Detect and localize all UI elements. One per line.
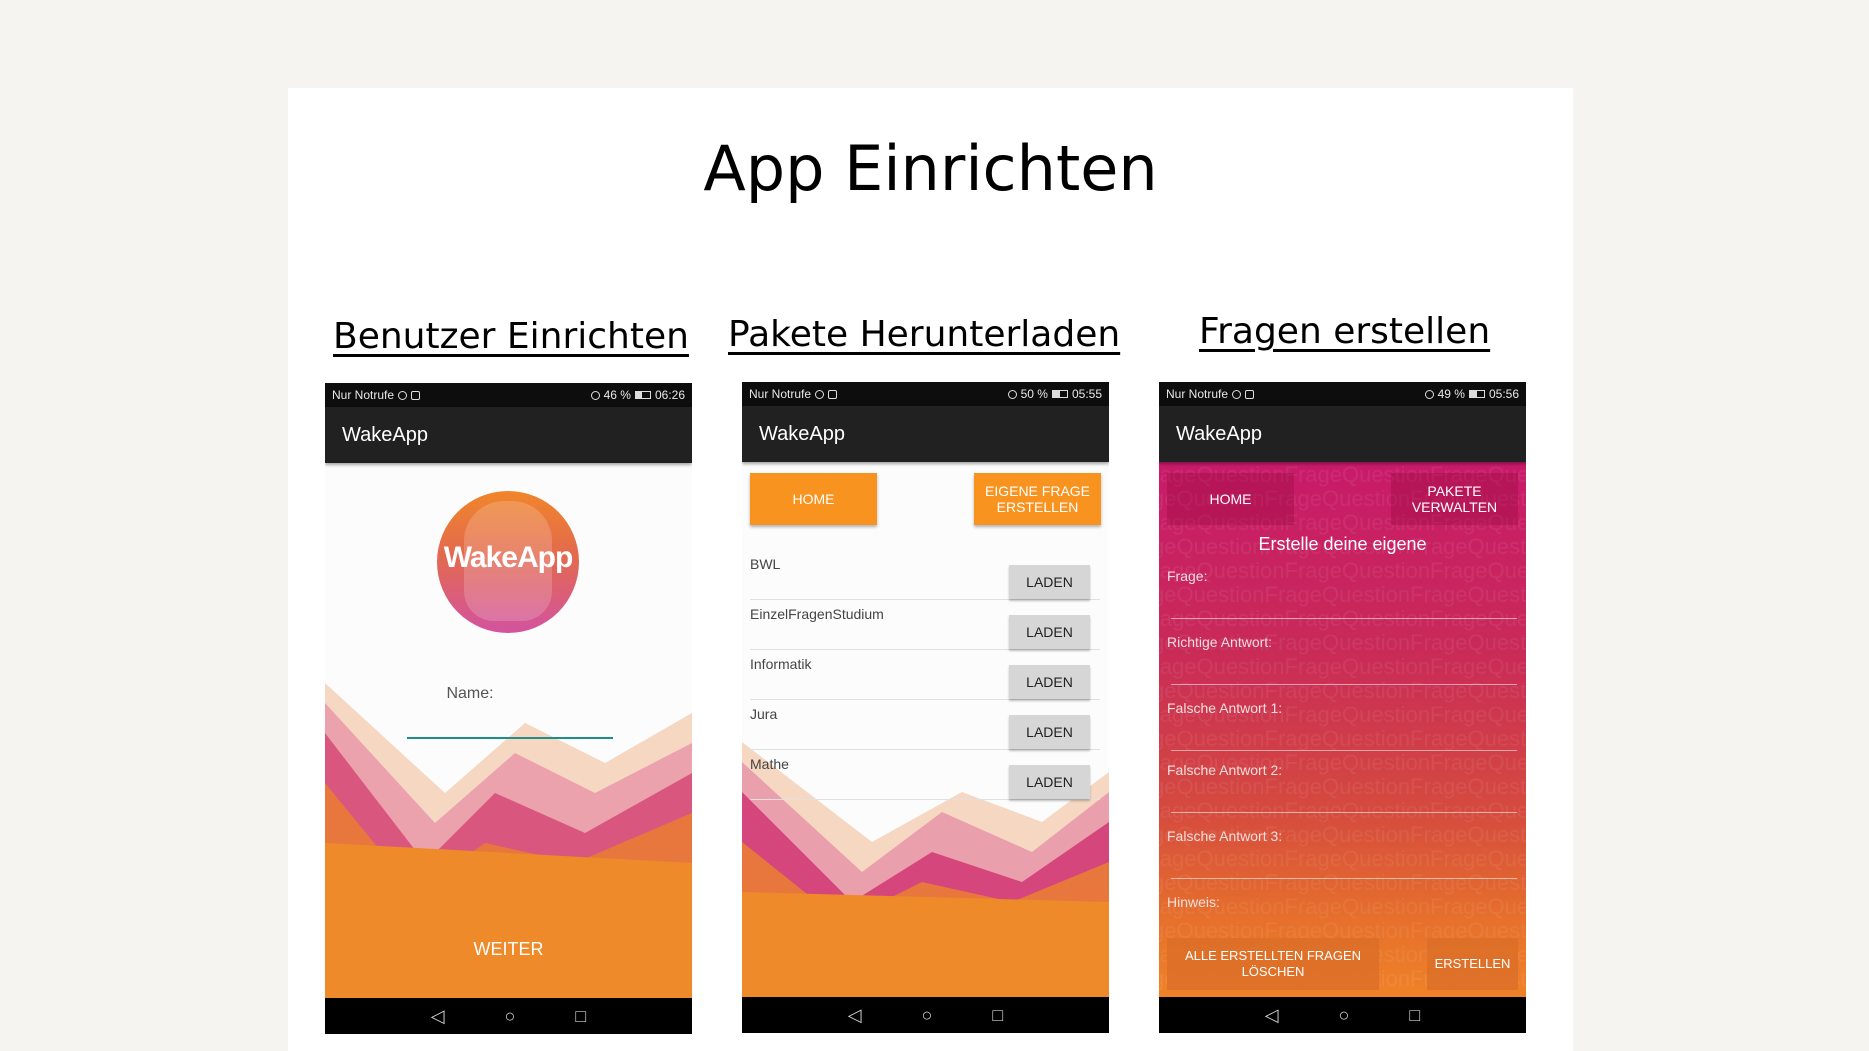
wifi-icon xyxy=(590,390,600,400)
subtitle: Erstelle deine eigene xyxy=(1258,534,1427,554)
status-time: 06:26 xyxy=(654,388,685,402)
field-falsche-antwort-3: Falsche Antwort 3: xyxy=(1167,828,1517,879)
status-carrier: Nur Notrufe xyxy=(1166,387,1229,401)
column-title-pakete: Pakete Herunterladen xyxy=(728,314,1121,355)
slide-title: App Einrichten xyxy=(703,132,1158,205)
field-falsche-antwort-1: Falsche Antwort 1: xyxy=(1167,700,1517,751)
battery-percent: 46 % xyxy=(603,388,631,402)
app-bar-title: WakeApp xyxy=(325,407,692,463)
field-label: Hinweis: xyxy=(1167,894,1220,910)
watermark-text: FrageQuestionFrageQuestionFrageQuestionF… xyxy=(1159,654,1526,679)
watermark-text: FrageQuestionFrageQuestionFrageQuestionF… xyxy=(1159,606,1526,631)
watermark-text: FrageQuestionFrageQuestionFrageQuestionF… xyxy=(1159,726,1526,751)
notification-icon xyxy=(1245,389,1255,399)
status-bar: Nur Notrufe 46 % 06:26 xyxy=(325,383,692,407)
home-circle-icon[interactable]: ○ xyxy=(1339,1005,1350,1026)
weiter-button[interactable]: WEITER xyxy=(325,939,692,960)
laden-button[interactable]: LADEN xyxy=(1009,565,1090,599)
name-input[interactable] xyxy=(407,721,613,739)
home-button[interactable]: HOME xyxy=(750,473,877,525)
phone-pakete-herunterladen: Nur Notrufe 50 % 05:55 WakeApp HOME EIGE… xyxy=(742,382,1109,1033)
field-label: Falsche Antwort 1: xyxy=(1167,700,1283,716)
package-name: EinzelFragenStudium xyxy=(750,606,884,622)
laden-button[interactable]: LADEN xyxy=(1009,615,1090,649)
nav-bar: ◁ ○ □ xyxy=(325,998,692,1034)
frage-input[interactable] xyxy=(1171,618,1517,619)
column-title-fragen: Fragen erstellen xyxy=(1199,311,1491,352)
back-icon[interactable]: ◁ xyxy=(848,1005,862,1026)
field-label: Falsche Antwort 2: xyxy=(1167,762,1283,778)
watermark-text: FrageQuestionFrageQuestionFrageQuestionF… xyxy=(1159,870,1526,895)
recents-square-icon[interactable]: □ xyxy=(575,1006,586,1027)
package-row: EinzelFragenStudium LADEN xyxy=(750,600,1100,650)
alle-fragen-loeschen-button[interactable]: ALLE ERSTELLTEN FRAGEN LÖSCHEN xyxy=(1167,938,1379,990)
package-row: Mathe LADEN xyxy=(750,750,1100,800)
field-frage: Frage: xyxy=(1167,568,1517,619)
package-row: Informatik LADEN xyxy=(750,650,1100,700)
package-name: Mathe xyxy=(750,756,789,772)
erstellen-button[interactable]: ERSTELLEN xyxy=(1427,938,1518,990)
status-time: 05:56 xyxy=(1488,387,1519,401)
status-carrier: Nur Notrufe xyxy=(332,388,395,402)
back-icon[interactable]: ◁ xyxy=(1265,1005,1279,1026)
compass-icon xyxy=(1232,389,1242,399)
phone-benutzer-einrichten: Nur Notrufe 46 % 06:26 WakeApp WakeApp N… xyxy=(325,383,692,1034)
wifi-icon xyxy=(1424,389,1434,399)
eigene-frage-erstellen-button[interactable]: EIGENE FRAGE ERSTELLEN xyxy=(974,473,1101,525)
recents-square-icon[interactable]: □ xyxy=(992,1005,1003,1026)
home-circle-icon[interactable]: ○ xyxy=(922,1005,933,1026)
laden-button[interactable]: LADEN xyxy=(1009,665,1090,699)
richtige-antwort-input[interactable] xyxy=(1171,684,1517,685)
column-title-benutzer: Benutzer Einrichten xyxy=(333,316,689,357)
pakete-verwalten-button[interactable]: PAKETE VERWALTEN xyxy=(1391,473,1518,525)
notification-icon xyxy=(411,390,421,400)
package-row: BWL LADEN xyxy=(750,550,1100,600)
field-richtige-antwort: Richtige Antwort: xyxy=(1167,634,1517,685)
package-name: BWL xyxy=(750,556,781,572)
field-hinweis: Hinweis: xyxy=(1167,894,1517,910)
battery-icon xyxy=(1468,390,1485,398)
watermark-text: FrageQuestionFrageQuestionFrageQuestionF… xyxy=(1159,846,1526,871)
recents-square-icon[interactable]: □ xyxy=(1409,1005,1420,1026)
battery-icon xyxy=(634,391,651,399)
package-row: Jura LADEN xyxy=(750,700,1100,750)
app-bar-title: WakeApp xyxy=(1159,406,1526,462)
status-bar: Nur Notrufe 49 % 05:56 xyxy=(1159,382,1526,406)
package-name: Informatik xyxy=(750,656,812,672)
package-name: Jura xyxy=(750,706,778,722)
field-label: Frage: xyxy=(1167,568,1208,584)
home-circle-icon[interactable]: ○ xyxy=(505,1006,516,1027)
battery-percent: 49 % xyxy=(1437,387,1465,401)
name-label: Name: xyxy=(446,685,494,702)
logo-text: WakeApp xyxy=(443,541,574,574)
back-icon[interactable]: ◁ xyxy=(431,1006,445,1027)
phone-fragen-erstellen: Nur Notrufe 49 % 05:56 WakeApp FrageQues… xyxy=(1159,382,1526,1033)
falsche-antwort-1-input[interactable] xyxy=(1171,750,1517,751)
field-falsche-antwort-2: Falsche Antwort 2: xyxy=(1167,762,1517,813)
watermark-text: FrageQuestionFrageQuestionFrageQuestionF… xyxy=(1159,798,1526,823)
nav-bar: ◁ ○ □ xyxy=(742,997,1109,1033)
home-button[interactable]: HOME xyxy=(1167,473,1294,525)
wakeapp-logo: WakeApp xyxy=(437,491,579,633)
laden-button[interactable]: LADEN xyxy=(1009,765,1090,799)
field-label: Richtige Antwort: xyxy=(1167,634,1273,650)
falsche-antwort-2-input[interactable] xyxy=(1171,812,1517,813)
field-label: Falsche Antwort 3: xyxy=(1167,828,1283,844)
falsche-antwort-3-input[interactable] xyxy=(1171,878,1517,879)
laden-button[interactable]: LADEN xyxy=(1009,715,1090,749)
app-bar-title: WakeApp xyxy=(742,406,1109,462)
watermark-text: FrageQuestionFrageQuestionFrageQuestionF… xyxy=(1159,582,1526,607)
compass-icon xyxy=(398,390,408,400)
nav-bar: ◁ ○ □ xyxy=(1159,997,1526,1033)
